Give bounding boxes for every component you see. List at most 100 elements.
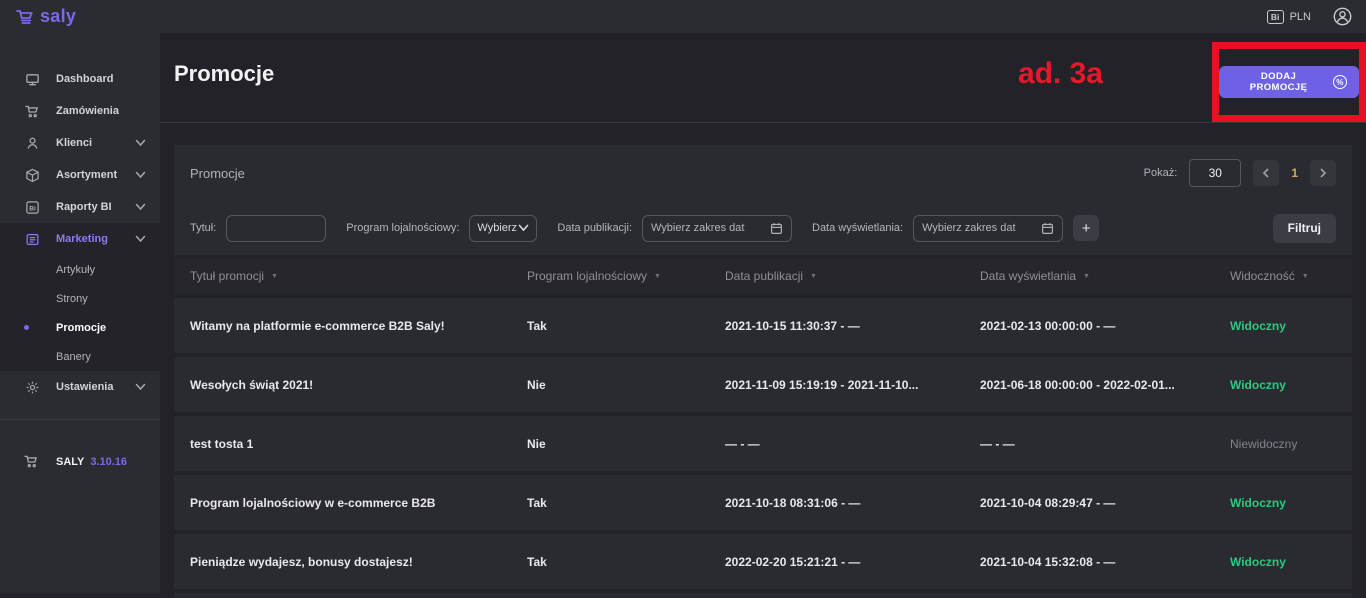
sidebar-item-dashboard[interactable]: Dashboard: [0, 63, 160, 95]
sort-icon: ▼: [1083, 273, 1090, 280]
currency-selector[interactable]: Bi PLN: [1267, 10, 1311, 24]
display-date-cell: 2021-10-04 08:29:47 - —: [980, 496, 1230, 510]
publish-date-cell: 2021-11-09 15:19:19 - 2021-11-10...: [725, 378, 980, 392]
sidebar: Dashboard Zamówienia Klienci Asortyment Bi Ra…: [0, 33, 160, 593]
publish-date-cell: 2021-10-15 11:30:37 - —: [725, 319, 980, 333]
column-header-label: Program lojalnościowy: [527, 269, 647, 283]
topbar: saly Bi PLN: [0, 0, 1366, 33]
column-header-label: Data publikacji: [725, 269, 803, 283]
loyalty-program-cell: Nie: [527, 378, 725, 392]
main-content: Promocje ad. 3a DODAJ PROMOCJĘ % Promocj…: [160, 33, 1366, 593]
display-date-range-input[interactable]: Wybierz zakres dat: [913, 215, 1063, 242]
sidebar-subitem-banery[interactable]: Banery: [0, 342, 160, 371]
column-header-5[interactable]: Widoczność▼: [1230, 269, 1336, 283]
add-promotion-button[interactable]: DODAJ PROMOCJĘ %: [1219, 66, 1359, 98]
table-row[interactable]: Pieniądze wydajesz, bonusy dostajesz!Tak…: [174, 534, 1352, 589]
user-avatar-icon[interactable]: [1333, 7, 1352, 26]
logo-text: saly: [40, 6, 76, 27]
user-icon: [24, 135, 40, 151]
app-logo[interactable]: saly: [16, 6, 76, 27]
promotion-title: Witamy na platformie e-commerce B2B Saly…: [190, 319, 527, 333]
annotation-highlight-box: DODAJ PROMOCJĘ %: [1212, 42, 1366, 122]
sidebar-item-label: Asortyment: [56, 169, 117, 181]
chevron-down-icon: [135, 171, 146, 179]
display-date-cell: — - —: [980, 437, 1230, 451]
chevron-down-icon: [135, 383, 146, 391]
percent-icon: %: [1333, 75, 1347, 89]
sidebar-item-klienci[interactable]: Klienci: [0, 127, 160, 159]
prev-page-button[interactable]: [1253, 160, 1279, 186]
sidebar-item-label: Klienci: [56, 137, 92, 149]
sidebar-subitem-artykuły[interactable]: Artykuły: [0, 255, 160, 284]
column-header-3[interactable]: Data publikacji▼: [725, 269, 980, 283]
table-row[interactable]: Witamy na platformie e-commerce B2B Saly…: [174, 298, 1352, 353]
bi-icon: Bi: [24, 199, 40, 215]
dashboard-icon: [24, 71, 40, 87]
calendar-icon: [770, 222, 783, 235]
sidebar-item-zamówienia[interactable]: Zamówienia: [0, 95, 160, 127]
current-page-number: 1: [1291, 166, 1298, 180]
sidebar-item-marketing[interactable]: Marketing: [0, 223, 160, 255]
sidebar-item-label: Ustawienia: [56, 381, 113, 393]
display-date-filter-label: Data wyświetlania:: [812, 222, 903, 234]
marketing-icon: [24, 231, 40, 247]
footer-version: 3.10.16: [90, 456, 127, 468]
table-row[interactable]: test tosta 1Nie— - —— - —Niewidoczny: [174, 416, 1352, 471]
page-size-input[interactable]: [1189, 159, 1241, 187]
loyalty-program-cell: Tak: [527, 496, 725, 510]
pagination: Pokaż: 1: [1144, 159, 1336, 187]
gear-icon: [24, 379, 40, 395]
display-date-cell: 2021-06-18 00:00:00 - 2022-02-01...: [980, 378, 1230, 392]
chevron-down-icon: [135, 235, 146, 243]
sidebar-subitem-promocje[interactable]: Promocje: [0, 313, 160, 342]
page-header: Promocje ad. 3a DODAJ PROMOCJĘ %: [160, 33, 1366, 123]
filter-bar: Tytuł: Program lojalnościowy: Wybierz Da…: [190, 201, 1336, 255]
column-header-label: Tytuł promocji: [190, 269, 264, 283]
cart-icon: [24, 103, 40, 119]
publish-date-cell: 2021-10-18 08:31:06 - —: [725, 496, 980, 510]
sidebar-item-ustawienia[interactable]: Ustawienia: [0, 371, 160, 403]
add-filter-button[interactable]: +: [1073, 215, 1099, 241]
sort-icon: ▼: [1302, 273, 1309, 280]
sidebar-subitem-strony[interactable]: Strony: [0, 284, 160, 313]
table-row[interactable]: Program lojalnościowy w e-commerce B2BTa…: [174, 475, 1352, 530]
loyalty-program-cell: Tak: [527, 555, 725, 569]
sidebar-item-asortyment[interactable]: Asortyment: [0, 159, 160, 191]
title-filter-input[interactable]: [226, 215, 326, 242]
sidebar-subitem-label: Promocje: [56, 322, 106, 334]
add-promotion-label: DODAJ PROMOCJĘ: [1231, 71, 1326, 93]
svg-text:Bi: Bi: [29, 205, 36, 212]
table-header-row: Tytuł promocji▼Program lojalnościowy▼Dat…: [174, 258, 1352, 294]
loyalty-filter-select[interactable]: Wybierz: [469, 215, 537, 242]
next-page-button[interactable]: [1310, 160, 1336, 186]
publish-date-cell: — - —: [725, 437, 980, 451]
title-filter-label: Tytuł:: [190, 222, 216, 234]
currency-code: PLN: [1290, 11, 1311, 23]
annotation-text: ad. 3a: [1018, 57, 1103, 91]
chevron-down-icon: [135, 203, 146, 211]
sidebar-subitem-label: Strony: [56, 293, 88, 305]
loyalty-program-cell: Tak: [527, 319, 725, 333]
publish-date-range-input[interactable]: Wybierz zakres dat: [642, 215, 792, 242]
loyalty-program-cell: Nie: [527, 437, 725, 451]
table-row[interactable]: Wesołych świąt 2021!Nie2021-11-09 15:19:…: [174, 357, 1352, 412]
sidebar-item-label: Zamówienia: [56, 105, 119, 117]
display-date-cell: 2021-10-04 15:32:08 - —: [980, 555, 1230, 569]
loyalty-selected-value: Wybierz: [477, 222, 517, 234]
publish-date-cell: 2022-02-20 15:21:21 - —: [725, 555, 980, 569]
sidebar-item-raporty-bi[interactable]: Bi Raporty BI: [0, 191, 160, 223]
visibility-status: Niewidoczny: [1230, 437, 1336, 451]
page-title: Promocje: [174, 61, 274, 87]
publish-date-filter-label: Data publikacji:: [557, 222, 632, 234]
sidebar-item-label: Raporty BI: [56, 201, 112, 213]
column-header-label: Data wyświetlania: [980, 269, 1076, 283]
filter-submit-button[interactable]: Filtruj: [1273, 214, 1336, 243]
sidebar-divider: [0, 419, 160, 420]
column-header-4[interactable]: Data wyświetlania ▼: [980, 269, 1230, 283]
column-header-1[interactable]: Tytuł promocji▼: [190, 269, 527, 283]
sidebar-footer: SALY3.10.16: [0, 446, 160, 478]
column-header-2[interactable]: Program lojalnościowy▼: [527, 269, 725, 283]
next-row-partial: [174, 593, 1352, 598]
calendar-icon: [1041, 222, 1054, 235]
sidebar-subitem-label: Banery: [56, 351, 91, 363]
